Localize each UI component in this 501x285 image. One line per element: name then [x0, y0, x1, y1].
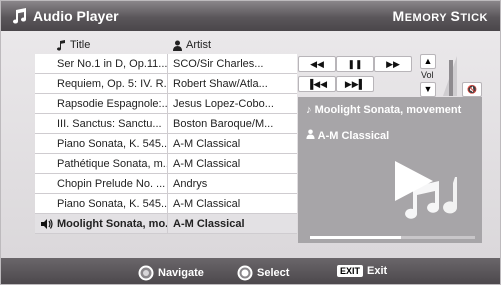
now-playing-artist: A-M Classical [306, 129, 389, 142]
previous-track-button[interactable]: ▐◀◀ [298, 76, 336, 92]
now-playing-title: ♪ Moolight Sonata, movement [306, 104, 462, 116]
note-icon: ♪ [306, 104, 315, 116]
music-note-icon [13, 8, 27, 24]
track-row[interactable]: Rapsodie Espagnole:... Jesus Lopez-Cobo..… [35, 94, 297, 114]
dpad-icon [138, 265, 154, 281]
volume-up-button[interactable]: ▲ [420, 54, 436, 69]
track-artist: A-M Classical [173, 198, 241, 210]
header-bar: Audio Player MEMORY STICK [1, 1, 500, 31]
playback-progress-fill [310, 236, 401, 239]
audio-player-screen: Audio Player MEMORY STICK Title Artist S… [0, 0, 501, 285]
volume-label: Vol [421, 70, 434, 80]
volume-level-icon [443, 56, 457, 96]
track-artist: A-M Classical [173, 138, 241, 150]
track-artist: A-M Classical [173, 218, 245, 230]
person-icon [173, 40, 182, 51]
footer-exit: EXIT Exit [337, 265, 387, 277]
now-playing-panel: ♪ Moolight Sonata, movement A-M Classica… [298, 97, 482, 243]
track-title: Moolight Sonata, mo... [35, 214, 168, 234]
column-header-artist: Artist [173, 39, 211, 51]
fast-forward-button[interactable]: ▶▶ [374, 56, 412, 72]
track-title: Piano Sonata, K. 545... [35, 194, 168, 214]
playback-progress-bar[interactable] [310, 236, 475, 239]
track-title: III. Sanctus: Sanctu... [35, 114, 168, 134]
track-artist: Jesus Lopez-Cobo... [173, 98, 274, 110]
track-artist: Robert Shaw/Atla... [173, 78, 268, 90]
track-title: Piano Sonata, K. 545... [35, 134, 168, 154]
speaker-icon [41, 219, 53, 229]
track-row[interactable]: Requiem, Op. 5: IV. R... Robert Shaw/Atla… [35, 74, 297, 94]
track-title: Ser No.1 in D, Op.11... [35, 54, 168, 74]
exit-key-icon: EXIT [337, 265, 364, 277]
track-list: Ser No.1 in D, Op.11... SCO/Sir Charles..… [35, 54, 297, 234]
track-row[interactable]: Piano Sonata, K. 545... A-M Classical [35, 134, 297, 154]
track-title: Pathétique Sonata, m... [35, 154, 168, 174]
app-title: Audio Player [33, 8, 119, 24]
footer-select: Select [237, 265, 289, 281]
track-artist: A-M Classical [173, 158, 241, 170]
play-music-art-icon [395, 161, 458, 219]
track-title: Rapsodie Espagnole:... [35, 94, 168, 114]
track-row[interactable]: Piano Sonata, K. 545... A-M Classical [35, 194, 297, 214]
track-row[interactable]: Ser No.1 in D, Op.11... SCO/Sir Charles..… [35, 54, 297, 74]
volume-down-button[interactable]: ▼ [420, 82, 436, 97]
rewind-button[interactable]: ◀◀ [298, 56, 336, 72]
ok-button-icon [237, 265, 253, 281]
mute-button[interactable]: 🔇 [462, 82, 482, 97]
footer-bar: Navigate Select EXIT Exit [1, 258, 500, 284]
track-artist: SCO/Sir Charles... [173, 58, 264, 70]
track-row[interactable]: III. Sanctus: Sanctu... Boston Baroque/M.… [35, 114, 297, 134]
column-header-title: Title [57, 39, 90, 51]
content-panel: Title Artist Ser No.1 in D, Op.11... SCO/… [27, 34, 484, 248]
memory-stick-logo: MEMORY STICK [392, 8, 488, 24]
track-row[interactable]: Chopin Prelude No. ... Andrys [35, 174, 297, 194]
track-row[interactable]: Moolight Sonata, mo... A-M Classical [35, 214, 297, 234]
track-title: Chopin Prelude No. ... [35, 174, 168, 194]
track-row[interactable]: Pathétique Sonata, m... A-M Classical [35, 154, 297, 174]
next-track-button[interactable]: ▶▶▌ [336, 76, 374, 92]
track-artist: Boston Baroque/M... [173, 118, 274, 130]
pause-button[interactable]: ❚❚ [336, 56, 374, 72]
footer-navigate: Navigate [138, 265, 204, 281]
person-icon [306, 129, 315, 139]
note-icon [57, 39, 65, 51]
track-artist: Andrys [173, 178, 208, 190]
track-title: Requiem, Op. 5: IV. R... [35, 74, 168, 94]
